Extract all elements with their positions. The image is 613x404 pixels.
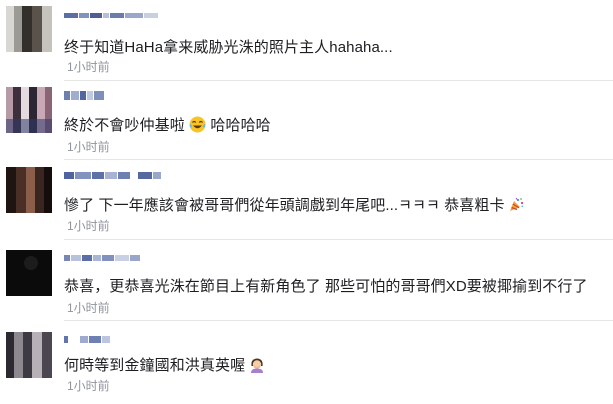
comment-text: 何時等到金鐘國和洪真英喔 xyxy=(64,354,265,375)
commenter-name[interactable] xyxy=(64,90,105,101)
comment-text: 終於不會吵仲基啦 哈哈哈哈 xyxy=(64,114,271,137)
avatar[interactable] xyxy=(6,6,52,52)
party-popper-emoji xyxy=(509,197,524,212)
comment-timestamp[interactable]: 1小时前 xyxy=(67,217,110,234)
comment-item: 何時等到金鐘國和洪真英喔 1小时前 xyxy=(0,321,613,404)
comment-timestamp[interactable]: 1小时前 xyxy=(67,377,110,394)
comment-item: 終於不會吵仲基啦 哈哈哈哈 1小时前 xyxy=(0,81,613,159)
comment-text: 恭喜，更恭喜光洙在節目上有新角色了 那些可怕的哥哥們XD要被揶揄到不行了 xyxy=(64,278,588,295)
commenter-name[interactable] xyxy=(64,334,111,345)
avatar[interactable] xyxy=(6,332,52,378)
comment-item: 慘了 下一年應該會被哥哥們從年頭調戲到年尾吧...ㅋㅋㅋ 恭喜粗卡 1小时前 xyxy=(0,160,613,239)
comment-item: 恭喜，更恭喜光洙在節目上有新角色了 那些可怕的哥哥們XD要被揶揄到不行了 1小时… xyxy=(0,240,613,320)
avatar[interactable] xyxy=(6,87,52,133)
commenter-name[interactable] xyxy=(64,10,159,21)
avatar[interactable] xyxy=(6,250,52,296)
commenter-name[interactable] xyxy=(64,252,141,263)
comment-text: 慘了 下一年應該會被哥哥們從年頭調戲到年尾吧...ㅋㅋㅋ 恭喜粗卡 xyxy=(64,194,524,215)
comment-item: 终于知道HaHa拿来威胁光洙的照片主人hahaha... 1小时前 xyxy=(0,0,613,80)
comment-timestamp[interactable]: 1小时前 xyxy=(67,299,110,316)
commenter-name[interactable] xyxy=(64,170,162,181)
comment-timestamp[interactable]: 1小时前 xyxy=(67,58,110,75)
comment-timestamp[interactable]: 1小时前 xyxy=(67,138,110,155)
avatar[interactable] xyxy=(6,167,52,213)
laughing-tears-emoji xyxy=(189,116,206,137)
comment-text: 终于知道HaHa拿来威胁光洙的照片主人hahaha... xyxy=(64,39,393,56)
woman-facepalming-emoji xyxy=(249,357,265,373)
